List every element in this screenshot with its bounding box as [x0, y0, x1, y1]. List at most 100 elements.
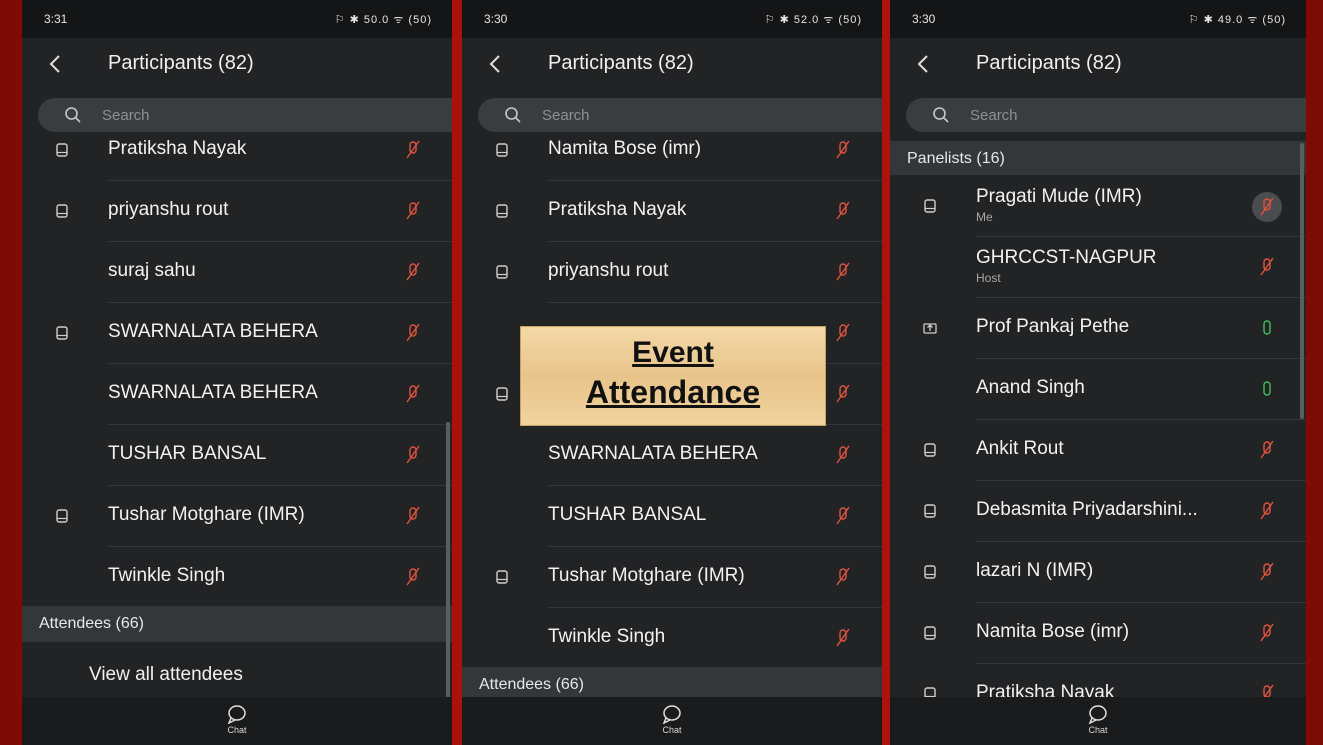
- mic-muted-icon[interactable]: [836, 262, 850, 282]
- participant-name: Pratiksha Nayak: [548, 199, 687, 220]
- status-bar: 3:30 ⚐ ✱ 49.0 ᯤ (50): [890, 0, 1306, 38]
- bottom-bar: Chat: [890, 697, 1306, 745]
- mic-muted-icon[interactable]: [836, 201, 850, 221]
- event-attendance-banner: Event Attendance: [520, 326, 826, 426]
- page-title: Participants (82): [548, 52, 694, 74]
- participant-row[interactable]: Pragati Mude (IMR) Me: [890, 176, 1306, 237]
- status-icons: ⚐ ✱ 50.0 ᯤ (50): [334, 14, 432, 26]
- mic-muted-icon[interactable]: [836, 628, 850, 648]
- view-all-attendees-link[interactable]: View all attendees: [89, 664, 243, 686]
- participant-row[interactable]: priyanshu rout: [462, 242, 882, 303]
- mic-muted-icon[interactable]: [836, 445, 850, 465]
- bottom-bar: Chat: [22, 697, 452, 745]
- scrollbar[interactable]: [1300, 143, 1304, 419]
- mic-muted-icon[interactable]: [406, 445, 420, 465]
- participant-name: Anand Singh: [976, 377, 1085, 398]
- mic-muted-icon[interactable]: [836, 384, 850, 404]
- participant-row[interactable]: priyanshu rout: [22, 181, 452, 242]
- phone-device-icon: [496, 265, 508, 279]
- panelists-label: Panelists (16): [907, 150, 1005, 167]
- search-icon: [933, 107, 949, 123]
- participant-row[interactable]: Pratiksha Nayak: [22, 120, 452, 181]
- mic-muted-icon[interactable]: [406, 506, 420, 526]
- participant-row[interactable]: Tushar Motghare (IMR): [22, 486, 452, 547]
- participant-row[interactable]: TUSHAR BANSAL: [22, 425, 452, 486]
- mic-muted-icon[interactable]: [406, 323, 420, 343]
- phone-device-icon: [924, 565, 936, 579]
- chevron-left-icon[interactable]: [484, 52, 508, 76]
- mic-muted-icon[interactable]: [836, 506, 850, 526]
- mic-icon[interactable]: [1260, 318, 1274, 338]
- mic-muted-icon[interactable]: [406, 140, 420, 160]
- mic-muted-icon[interactable]: [406, 262, 420, 282]
- mic-muted-icon[interactable]: [1260, 440, 1274, 460]
- page-title: Participants (82): [108, 52, 254, 74]
- participant-row[interactable]: Prof Pankaj Pethe: [890, 298, 1306, 359]
- chat-bubble-icon[interactable]: [1087, 704, 1109, 724]
- participant-row[interactable]: TUSHAR BANSAL: [462, 486, 882, 547]
- phone-device-icon: [496, 204, 508, 218]
- participant-name: TUSHAR BANSAL: [548, 504, 707, 525]
- phone-device-icon: [56, 204, 68, 218]
- mic-icon[interactable]: [1260, 379, 1274, 399]
- participant-row[interactable]: Pratiksha Nayak: [462, 181, 882, 242]
- participant-row[interactable]: Anand Singh: [890, 359, 1306, 420]
- participant-name: Twinkle Singh: [108, 565, 226, 586]
- chevron-left-icon[interactable]: [912, 52, 936, 76]
- chevron-left-icon[interactable]: [44, 52, 68, 76]
- mic-muted-icon[interactable]: [1260, 501, 1274, 521]
- participant-row[interactable]: Namita Bose (imr): [462, 120, 882, 181]
- participant-name: Namita Bose (imr): [976, 621, 1130, 642]
- panelists-header: Panelists (16): [890, 141, 1306, 175]
- search-bar[interactable]: [906, 98, 1306, 132]
- participant-name: lazari N (IMR): [976, 560, 1094, 581]
- phone-device-icon: [924, 626, 936, 640]
- chat-bubble-icon[interactable]: [226, 704, 248, 724]
- participant-row[interactable]: Debasmita Priyadarshini...: [890, 481, 1306, 542]
- mic-muted-icon[interactable]: [1260, 562, 1274, 582]
- participant-row[interactable]: Namita Bose (imr): [890, 603, 1306, 664]
- chat-label: Chat: [227, 725, 247, 735]
- search-input[interactable]: [970, 98, 1270, 132]
- status-bar: 3:31 ⚐ ✱ 50.0 ᯤ (50): [22, 0, 452, 38]
- participant-role: Host: [976, 271, 1001, 285]
- bottom-bar: Chat: [462, 697, 882, 745]
- participant-name: SWARNALATA BEHERA: [108, 382, 318, 403]
- mic-muted-icon[interactable]: [406, 201, 420, 221]
- participant-row[interactable]: GHRCCST-NAGPUR Host: [890, 237, 1306, 298]
- screen-1: 3:31 ⚐ ✱ 50.0 ᯤ (50) Participants (82) P…: [22, 0, 452, 745]
- mic-muted-icon[interactable]: [836, 567, 850, 587]
- mic-muted-icon[interactable]: [406, 567, 420, 587]
- screen-3: 3:30 ⚐ ✱ 49.0 ᯤ (50) Participants (82) P…: [890, 0, 1306, 745]
- chat-bubble-icon[interactable]: [661, 704, 683, 724]
- screen-share-icon: [923, 323, 937, 334]
- participant-name: Debasmita Priyadarshini...: [976, 499, 1198, 520]
- mic-muted-icon[interactable]: [1250, 192, 1284, 222]
- mic-muted-icon[interactable]: [406, 384, 420, 404]
- participant-role: Me: [976, 210, 993, 224]
- scrollbar[interactable]: [446, 422, 450, 698]
- participant-name: suraj sahu: [108, 260, 196, 281]
- participant-row[interactable]: Tushar Motghare (IMR): [462, 547, 882, 608]
- participant-row[interactable]: Twinkle Singh: [22, 547, 452, 608]
- header: Participants (82): [462, 38, 882, 96]
- phone-device-icon: [56, 509, 68, 523]
- status-icons: ⚐ ✱ 52.0 ᯤ (50): [764, 14, 862, 26]
- chat-label: Chat: [1088, 725, 1108, 735]
- participant-name: Twinkle Singh: [548, 626, 666, 647]
- participant-row[interactable]: Ankit Rout: [890, 420, 1306, 481]
- participant-row[interactable]: SWARNALATA BEHERA: [22, 303, 452, 364]
- participant-name: Ankit Rout: [976, 438, 1064, 459]
- page-title: Participants (82): [976, 52, 1122, 74]
- mic-muted-icon[interactable]: [1260, 623, 1274, 643]
- participant-row[interactable]: SWARNALATA BEHERA: [22, 364, 452, 425]
- participant-name: GHRCCST-NAGPUR: [976, 247, 1157, 268]
- participant-row[interactable]: suraj sahu: [22, 242, 452, 303]
- mic-muted-icon[interactable]: [1260, 257, 1274, 277]
- mic-muted-icon[interactable]: [836, 140, 850, 160]
- participant-row[interactable]: Twinkle Singh: [462, 608, 882, 669]
- participant-row[interactable]: SWARNALATA BEHERA: [462, 425, 882, 486]
- phone-device-icon: [496, 143, 508, 157]
- mic-muted-icon[interactable]: [836, 323, 850, 343]
- participant-row[interactable]: lazari N (IMR): [890, 542, 1306, 603]
